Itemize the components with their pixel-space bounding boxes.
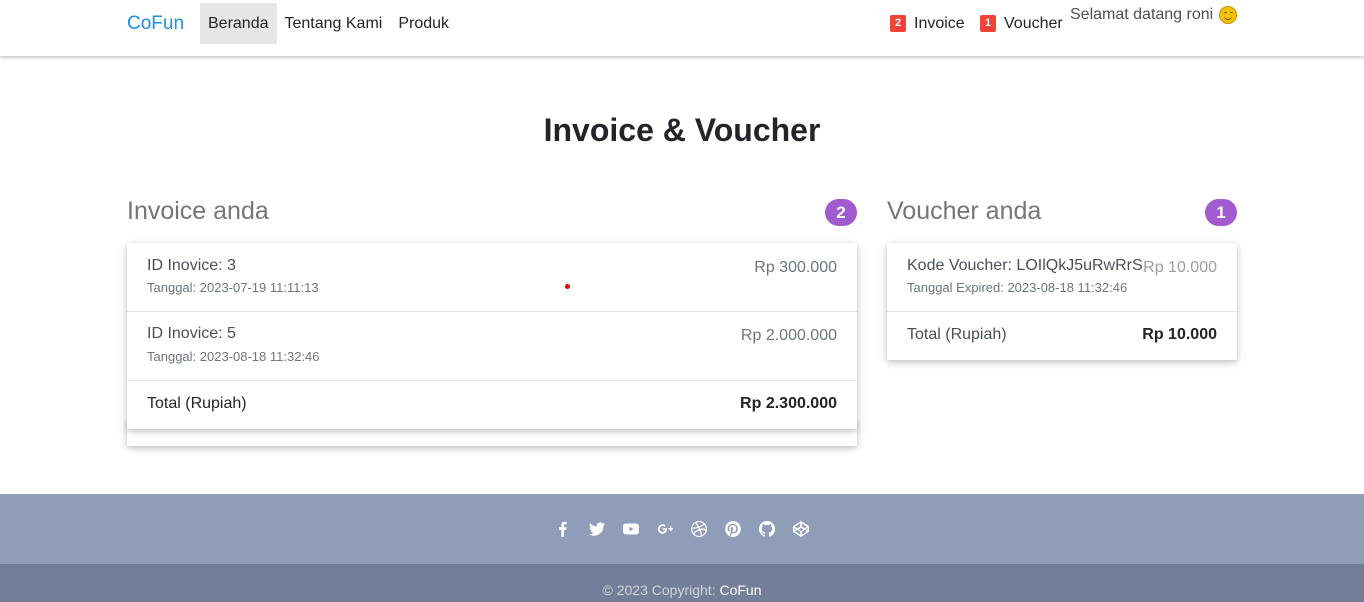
nav-voucher-label: Voucher <box>1004 14 1063 32</box>
copyright-bar: © 2023 Copyright: CoFun <box>0 564 1364 602</box>
invoice-price: Rp 300.000 <box>754 259 837 276</box>
copyright-text: © 2023 Copyright: <box>602 582 720 598</box>
voucher-total-label: Total (Rupiah) <box>907 326 1007 343</box>
nav-link-tentang-kami[interactable]: Tentang Kami <box>277 3 391 44</box>
invoice-list: ID Inovice: 3 Tanggal: 2023-07-19 11:11:… <box>127 243 857 429</box>
voucher-list: Kode Voucher: LOIlQkJ5uRwRrS Tanggal Exp… <box>887 243 1237 360</box>
nav-voucher-link[interactable]: 1 Voucher <box>980 3 1063 44</box>
nav-invoice-link[interactable]: 2 Invoice <box>890 3 965 44</box>
voucher-item: Kode Voucher: LOIlQkJ5uRwRrS Tanggal Exp… <box>887 243 1237 312</box>
youtube-icon[interactable] <box>622 520 640 538</box>
voucher-code: Kode Voucher: LOIlQkJ5uRwRrS <box>907 257 1143 274</box>
invoice-section-heading: Invoice anda <box>127 197 269 225</box>
voucher-section-heading: Voucher anda <box>887 197 1042 225</box>
invoice-item: ID Inovice: 3 Tanggal: 2023-07-19 11:11:… <box>127 243 857 312</box>
voucher-expiry: Tanggal Expired: 2023-08-18 11:32:46 <box>907 280 1128 295</box>
footer: © 2023 Copyright: CoFun <box>0 494 1364 602</box>
nav-link-produk[interactable]: Produk <box>390 3 457 44</box>
social-links <box>0 494 1364 564</box>
voucher-price: Rp 10.000 <box>1143 259 1217 276</box>
copyright-brand-link[interactable]: CoFun <box>719 582 761 598</box>
voucher-count-pill: 1 <box>1205 199 1237 226</box>
invoice-total-label: Total (Rupiah) <box>147 395 247 412</box>
invoice-count-pill: 2 <box>825 199 857 226</box>
invoice-date: Tanggal: 2023-08-18 11:32:46 <box>147 349 320 364</box>
navbar: CoFun Beranda Tentang Kami Produk 2 Invo… <box>0 0 1364 56</box>
invoice-item: ID Inovice: 5 Tanggal: 2023-08-18 11:32:… <box>127 312 857 381</box>
twitter-icon[interactable] <box>588 520 606 538</box>
nav-links: Beranda Tentang Kami Produk <box>200 3 457 44</box>
user-greeting: Selamat datang roni <box>1070 6 1238 24</box>
invoice-total-value: Rp 2.300.000 <box>740 395 837 412</box>
invoice-id: ID Inovice: 5 <box>147 325 236 342</box>
brand-logo[interactable]: CoFun <box>127 13 184 35</box>
github-icon[interactable] <box>758 520 776 538</box>
nav-invoice-label: Invoice <box>914 14 965 32</box>
facebook-icon[interactable] <box>554 520 572 538</box>
dribbble-icon[interactable] <box>690 520 708 538</box>
codepen-icon[interactable] <box>792 520 810 538</box>
nav-link-beranda[interactable]: Beranda <box>200 3 277 44</box>
greeting-text: Selamat datang roni <box>1070 6 1214 23</box>
invoice-total-row: Total (Rupiah) Rp 2.300.000 <box>127 381 857 429</box>
voucher-total-row: Total (Rupiah) Rp 10.000 <box>887 312 1237 360</box>
cursor-dot <box>565 284 570 289</box>
invoice-date: Tanggal: 2023-07-19 11:11:13 <box>147 280 319 295</box>
invoice-price: Rp 2.000.000 <box>740 327 837 344</box>
pinterest-icon[interactable] <box>724 520 742 538</box>
page-title: Invoice & Voucher <box>543 112 821 148</box>
voucher-total-value: Rp 10.000 <box>1142 326 1217 343</box>
voucher-count-badge: 1 <box>980 15 996 32</box>
smiley-icon <box>1219 6 1238 24</box>
invoice-id: ID Inovice: 3 <box>147 257 236 274</box>
invoice-count-badge: 2 <box>890 15 906 32</box>
google-plus-icon[interactable] <box>656 520 674 538</box>
